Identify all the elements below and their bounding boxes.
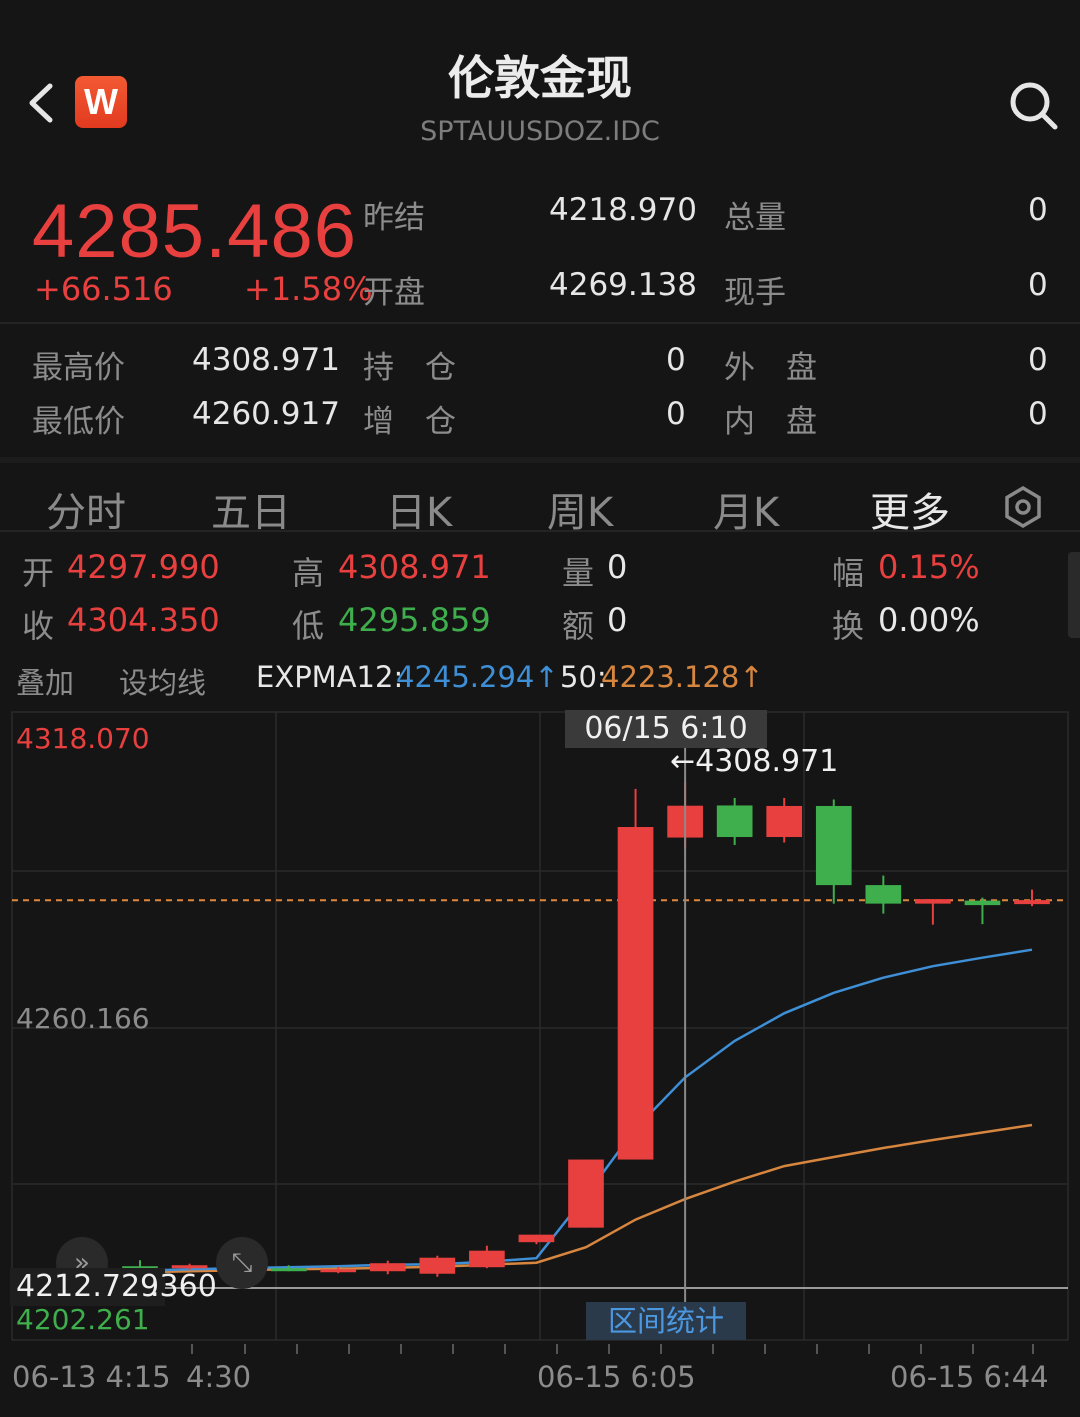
candle-body	[320, 1269, 357, 1273]
y-axis-mid-label: 4260.166	[16, 1002, 150, 1035]
search-icon[interactable]	[1006, 78, 1060, 132]
candle-volume-label: 量	[562, 554, 595, 592]
candle-body	[518, 1234, 555, 1243]
chart-grid	[11, 711, 1069, 1354]
candle-open-label: 开	[22, 554, 55, 592]
y-axis-min-label: 4202.261	[16, 1303, 150, 1336]
price-change: +66.516	[34, 270, 173, 308]
candle-body	[419, 1257, 456, 1274]
range-stats-button[interactable]: 区间统计	[586, 1302, 746, 1340]
expma12-label: EXPMA12:	[256, 660, 404, 694]
candle-body	[469, 1250, 505, 1268]
prev-settle-value: 4218.970	[549, 192, 697, 228]
open-value: 4269.138	[549, 267, 697, 303]
candle-turnover-label: 换	[832, 607, 865, 645]
candle-body	[964, 900, 1001, 906]
oi-increase-value: 0	[666, 396, 686, 432]
set-ma-button[interactable]: 设均线	[119, 660, 206, 702]
candle-body	[1014, 900, 1050, 905]
instrument-code: SPTAUUSDOZ.IDC	[420, 116, 660, 147]
y-axis-max-label: 4318.070	[16, 722, 150, 755]
candle-high-label: 高	[292, 554, 325, 592]
high-label: 最高价	[32, 350, 125, 386]
total-volume-label: 总量	[724, 200, 786, 236]
prev-settle-label: 昨结	[363, 200, 425, 236]
candle-high-value: 4308.971	[338, 548, 491, 586]
expma50-value: 4223.128↑	[601, 660, 764, 694]
side-panel-handle[interactable]	[1068, 552, 1080, 638]
low-label: 最低价	[32, 404, 125, 440]
candle-close-value: 4304.350	[67, 601, 220, 639]
low-value: 4260.917	[192, 396, 340, 432]
outer-label: 外 盘	[724, 350, 817, 386]
total-volume-value: 0	[1028, 192, 1048, 228]
open-label: 开盘	[363, 275, 425, 311]
candle-body	[369, 1263, 406, 1272]
price-change-percent: +1.58%	[244, 270, 373, 308]
candle-low-label: 低	[292, 607, 325, 645]
outer-value: 0	[1028, 342, 1048, 378]
chart-settings-icon[interactable]	[1000, 484, 1046, 530]
divider	[0, 322, 1080, 324]
candle-body	[865, 885, 902, 904]
candle-volume-value: 0	[607, 548, 628, 586]
fullscreen-icon[interactable]: ⤡	[216, 1237, 268, 1289]
x-axis-label-end: 06-15 6:44	[890, 1360, 1049, 1394]
inner-label: 内 盘	[724, 404, 817, 440]
oi-increase-label: 增 仓	[363, 404, 456, 440]
candle-open-value: 4297.990	[67, 548, 220, 586]
current-hand-label: 现手	[724, 275, 786, 311]
x-axis-label-start: 06-13 4:15	[12, 1360, 171, 1394]
inner-value: 0	[1028, 396, 1048, 432]
last-price: 4285.486	[32, 189, 357, 274]
x-axis-label-second: 4:30	[186, 1360, 252, 1394]
overlay-button[interactable]: 叠加	[16, 660, 74, 702]
expma50-label: 50:	[560, 660, 607, 694]
candle-turnover-value: 0.00%	[878, 601, 980, 639]
x-axis-label-middle: 06-15 6:05	[537, 1360, 696, 1394]
current-hand-value: 0	[1028, 267, 1048, 303]
candle-body	[915, 899, 951, 904]
last-price-left: 4212.729	[16, 1269, 160, 1304]
expma12-value: 4245.294↑	[396, 660, 559, 694]
high-value: 4308.971	[192, 342, 340, 378]
candle-amount-label: 额	[562, 607, 595, 645]
candle-body	[270, 1268, 307, 1272]
crosshair-time-badge: 06/15 6:10	[565, 710, 767, 748]
candle-amplitude-label: 幅	[832, 554, 865, 592]
candle-amount-value: 0	[607, 601, 628, 639]
open-interest-value: 0	[666, 342, 686, 378]
candle-body	[766, 805, 803, 838]
section-divider	[0, 457, 1080, 463]
candle-low-value: 4295.859	[338, 601, 491, 639]
last-price-badge: 4212.729	[10, 1268, 166, 1306]
last-price-tail: .360	[150, 1269, 217, 1304]
candle-body	[617, 826, 654, 1160]
tab-divider	[0, 530, 1080, 532]
candle-body	[716, 805, 753, 838]
candle-body	[568, 1159, 604, 1228]
candle-amplitude-value: 0.15%	[878, 548, 980, 586]
page-title: 伦敦金现	[448, 51, 632, 105]
high-marker-label: ←4308.971	[670, 744, 839, 779]
open-interest-label: 持 仓	[363, 350, 456, 386]
candle-body	[815, 805, 852, 886]
candle-close-label: 收	[22, 607, 55, 645]
